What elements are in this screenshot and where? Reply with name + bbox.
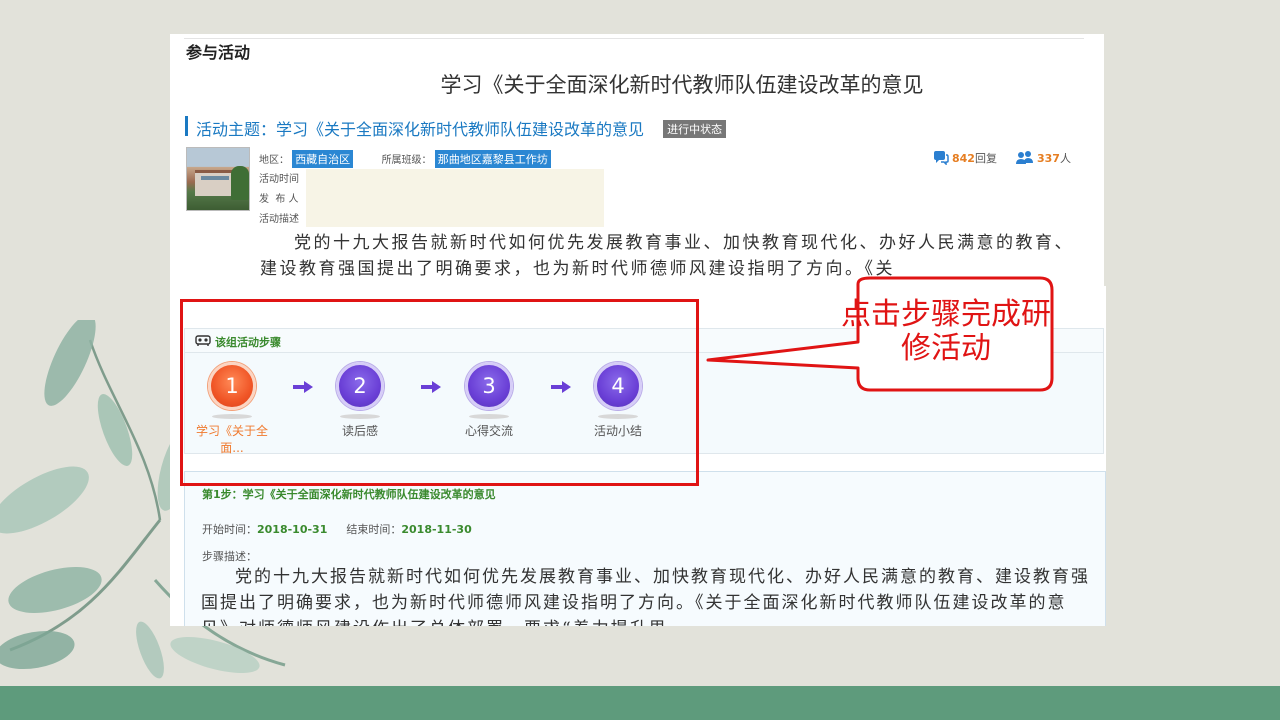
class-label: 所属班级： — [381, 155, 432, 166]
status-badge: 进行中状态 — [663, 120, 727, 138]
redaction-block — [306, 169, 604, 227]
replies-unit: 回复 — [974, 152, 997, 165]
thumbnail-tree — [231, 166, 249, 200]
start-date: 2018-10-31 — [257, 523, 328, 536]
region-field: 地区： 西藏自治区 所属班级： 那曲地区嘉黎县工作坊 — [259, 150, 551, 168]
description-label: 活动描述 — [259, 214, 299, 225]
activity-stats: 842回复 337人 — [933, 150, 1071, 166]
time-label: 活动时间 — [259, 174, 299, 185]
step-desc-label: 步骤描述： — [202, 550, 257, 563]
activity-theme: 活动主题：学习《关于全面深化新时代教师队伍建设改革的意见 进行中状态 — [185, 116, 727, 139]
region-tag[interactable]: 西藏自治区 — [292, 150, 354, 168]
publisher-label: 发 布 人 — [259, 194, 299, 205]
callout-text: 点击步骤完成研修活动 — [841, 297, 1051, 366]
page-title: 学习《关于全面深化新时代教师队伍建设改革的意见 — [440, 73, 924, 97]
bottom-band — [0, 686, 1280, 720]
activity-info-panel: 参与活动 学习《关于全面深化新时代教师队伍建设改革的意见 活动主题：学习《关于全… — [170, 34, 1104, 286]
step-description: 党的十九大报告就新时代如何优先发展教育事业、加快教育现代化、办好人民满意的教育、… — [201, 567, 1090, 626]
replies-count: 842 — [952, 152, 975, 165]
class-tag[interactable]: 那曲地区嘉黎县工作坊 — [434, 150, 551, 168]
top-divider — [184, 38, 1084, 39]
region-label: 地区： — [259, 155, 289, 166]
end-date: 2018-11-30 — [401, 523, 472, 536]
start-label: 开始时间： — [202, 523, 257, 536]
thumbnail-building — [195, 170, 235, 196]
people-count: 337 — [1036, 152, 1060, 165]
step-detail-title: 第1步：学习《关于全面深化新时代教师队伍建设改革的意见 — [202, 488, 496, 501]
people-unit: 人 — [1059, 152, 1071, 165]
thumbnail-windows — [201, 176, 229, 180]
section-title: 参与活动 — [186, 43, 251, 62]
highlight-frame — [180, 299, 699, 486]
step-time: 开始时间：2018-10-31 结束时间：2018-11-30 — [202, 521, 472, 537]
activity-theme-text[interactable]: 活动主题：学习《关于全面深化新时代教师队伍建设改革的意见 — [196, 120, 644, 139]
replies-icon — [934, 151, 949, 165]
end-label: 结束时间： — [346, 523, 402, 536]
activity-thumbnail[interactable] — [186, 147, 250, 211]
step-detail: 第1步：学习《关于全面深化新时代教师队伍建设改革的意见 开始时间：2018-10… — [184, 471, 1106, 626]
people-icon — [1015, 151, 1033, 164]
